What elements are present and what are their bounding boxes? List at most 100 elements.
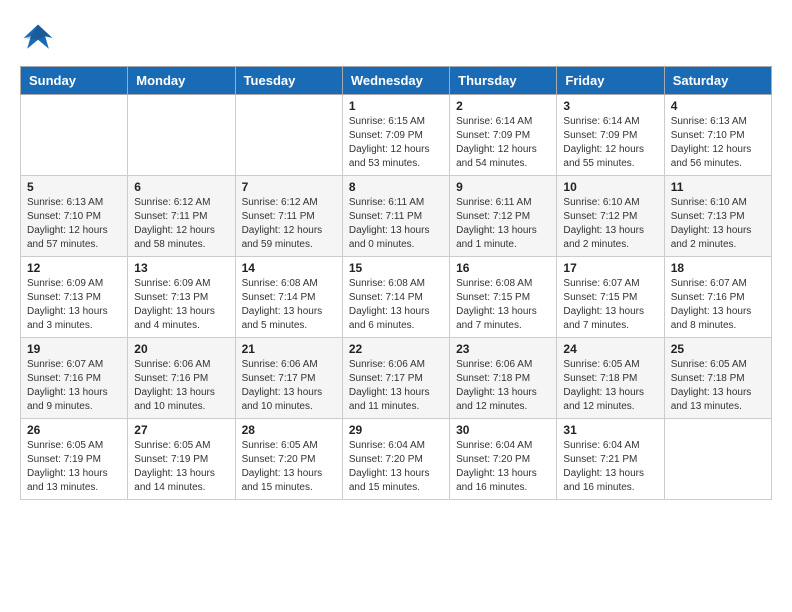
calendar-cell <box>21 95 128 176</box>
calendar-week-row: 26 Sunrise: 6:05 AM Sunset: 7:19 PM Dayli… <box>21 419 772 500</box>
calendar-cell: 5 Sunrise: 6:13 AM Sunset: 7:10 PM Daylig… <box>21 176 128 257</box>
calendar-cell: 31 Sunrise: 6:04 AM Sunset: 7:21 PM Dayli… <box>557 419 664 500</box>
day-content: Sunrise: 6:10 AM Sunset: 7:13 PM Dayligh… <box>671 196 765 252</box>
day-content: Sunrise: 6:11 AM Sunset: 7:12 PM Dayligh… <box>456 196 550 252</box>
calendar-cell: 22 Sunrise: 6:06 AM Sunset: 7:17 PM Dayli… <box>342 338 449 419</box>
weekday-header-thursday: Thursday <box>450 67 557 95</box>
day-number: 5 <box>27 180 121 194</box>
calendar-cell: 14 Sunrise: 6:08 AM Sunset: 7:14 PM Dayli… <box>235 257 342 338</box>
calendar-cell: 28 Sunrise: 6:05 AM Sunset: 7:20 PM Dayli… <box>235 419 342 500</box>
day-content: Sunrise: 6:05 AM Sunset: 7:19 PM Dayligh… <box>134 439 228 495</box>
day-content: Sunrise: 6:04 AM Sunset: 7:21 PM Dayligh… <box>563 439 657 495</box>
day-content: Sunrise: 6:04 AM Sunset: 7:20 PM Dayligh… <box>349 439 443 495</box>
calendar-cell: 26 Sunrise: 6:05 AM Sunset: 7:19 PM Dayli… <box>21 419 128 500</box>
day-number: 3 <box>563 99 657 113</box>
day-number: 20 <box>134 342 228 356</box>
weekday-header-tuesday: Tuesday <box>235 67 342 95</box>
weekday-header-sunday: Sunday <box>21 67 128 95</box>
weekday-header-saturday: Saturday <box>664 67 771 95</box>
calendar-cell: 27Sunrise: 6:05 AM Sunset: 7:19 PM Dayli… <box>128 419 235 500</box>
day-content: Sunrise: 6:07 AM Sunset: 7:16 PM Dayligh… <box>27 358 121 414</box>
weekday-header-monday: Monday <box>128 67 235 95</box>
weekday-header-row: SundayMondayTuesdayWednesdayThursdayFrid… <box>21 67 772 95</box>
calendar-week-row: 5 Sunrise: 6:13 AM Sunset: 7:10 PM Daylig… <box>21 176 772 257</box>
day-content: Sunrise: 6:13 AM Sunset: 7:10 PM Dayligh… <box>671 115 765 171</box>
day-number: 25 <box>671 342 765 356</box>
calendar-cell: 19 Sunrise: 6:07 AM Sunset: 7:16 PM Dayli… <box>21 338 128 419</box>
calendar-cell: 29Sunrise: 6:04 AM Sunset: 7:20 PM Dayli… <box>342 419 449 500</box>
day-content: Sunrise: 6:06 AM Sunset: 7:17 PM Dayligh… <box>242 358 336 414</box>
day-content: Sunrise: 6:09 AM Sunset: 7:13 PM Dayligh… <box>27 277 121 333</box>
day-content: Sunrise: 6:13 AM Sunset: 7:10 PM Dayligh… <box>27 196 121 252</box>
day-number: 4 <box>671 99 765 113</box>
day-number: 30 <box>456 423 550 437</box>
calendar-cell: 18Sunrise: 6:07 AM Sunset: 7:16 PM Dayli… <box>664 257 771 338</box>
calendar-cell: 12 Sunrise: 6:09 AM Sunset: 7:13 PM Dayli… <box>21 257 128 338</box>
calendar-cell: 17Sunrise: 6:07 AM Sunset: 7:15 PM Dayli… <box>557 257 664 338</box>
day-content: Sunrise: 6:04 AM Sunset: 7:20 PM Dayligh… <box>456 439 550 495</box>
calendar-week-row: 1 Sunrise: 6:15 AM Sunset: 7:09 PM Daylig… <box>21 95 772 176</box>
day-content: Sunrise: 6:06 AM Sunset: 7:16 PM Dayligh… <box>134 358 228 414</box>
calendar-cell: 11Sunrise: 6:10 AM Sunset: 7:13 PM Dayli… <box>664 176 771 257</box>
calendar-cell: 30 Sunrise: 6:04 AM Sunset: 7:20 PM Dayli… <box>450 419 557 500</box>
day-content: Sunrise: 6:12 AM Sunset: 7:11 PM Dayligh… <box>134 196 228 252</box>
day-number: 13 <box>134 261 228 275</box>
calendar-cell: 20 Sunrise: 6:06 AM Sunset: 7:16 PM Dayli… <box>128 338 235 419</box>
day-content: Sunrise: 6:05 AM Sunset: 7:18 PM Dayligh… <box>563 358 657 414</box>
calendar-cell: 21 Sunrise: 6:06 AM Sunset: 7:17 PM Dayli… <box>235 338 342 419</box>
day-number: 8 <box>349 180 443 194</box>
day-number: 24 <box>563 342 657 356</box>
calendar-cell: 4 Sunrise: 6:13 AM Sunset: 7:10 PM Daylig… <box>664 95 771 176</box>
logo <box>20 20 60 56</box>
calendar-cell: 15Sunrise: 6:08 AM Sunset: 7:14 PM Dayli… <box>342 257 449 338</box>
day-number: 19 <box>27 342 121 356</box>
day-content: Sunrise: 6:15 AM Sunset: 7:09 PM Dayligh… <box>349 115 443 171</box>
day-content: Sunrise: 6:14 AM Sunset: 7:09 PM Dayligh… <box>456 115 550 171</box>
day-content: Sunrise: 6:08 AM Sunset: 7:14 PM Dayligh… <box>349 277 443 333</box>
day-number: 28 <box>242 423 336 437</box>
day-number: 21 <box>242 342 336 356</box>
day-content: Sunrise: 6:10 AM Sunset: 7:12 PM Dayligh… <box>563 196 657 252</box>
calendar-cell: 23Sunrise: 6:06 AM Sunset: 7:18 PM Dayli… <box>450 338 557 419</box>
day-number: 23 <box>456 342 550 356</box>
day-number: 12 <box>27 261 121 275</box>
day-content: Sunrise: 6:11 AM Sunset: 7:11 PM Dayligh… <box>349 196 443 252</box>
calendar-cell: 13 Sunrise: 6:09 AM Sunset: 7:13 PM Dayli… <box>128 257 235 338</box>
calendar-cell <box>664 419 771 500</box>
calendar-cell: 7Sunrise: 6:12 AM Sunset: 7:11 PM Daylig… <box>235 176 342 257</box>
calendar-table: SundayMondayTuesdayWednesdayThursdayFrid… <box>20 66 772 500</box>
day-number: 18 <box>671 261 765 275</box>
calendar-cell: 1 Sunrise: 6:15 AM Sunset: 7:09 PM Daylig… <box>342 95 449 176</box>
day-content: Sunrise: 6:05 AM Sunset: 7:19 PM Dayligh… <box>27 439 121 495</box>
day-content: Sunrise: 6:05 AM Sunset: 7:18 PM Dayligh… <box>671 358 765 414</box>
calendar-cell: 2 Sunrise: 6:14 AM Sunset: 7:09 PM Daylig… <box>450 95 557 176</box>
day-content: Sunrise: 6:12 AM Sunset: 7:11 PM Dayligh… <box>242 196 336 252</box>
calendar-cell: 10 Sunrise: 6:10 AM Sunset: 7:12 PM Dayli… <box>557 176 664 257</box>
page-header <box>20 20 772 56</box>
day-number: 9 <box>456 180 550 194</box>
calendar-cell: 6 Sunrise: 6:12 AM Sunset: 7:11 PM Daylig… <box>128 176 235 257</box>
calendar-cell: 3 Sunrise: 6:14 AM Sunset: 7:09 PM Daylig… <box>557 95 664 176</box>
day-content: Sunrise: 6:07 AM Sunset: 7:15 PM Dayligh… <box>563 277 657 333</box>
calendar-cell <box>128 95 235 176</box>
day-content: Sunrise: 6:05 AM Sunset: 7:20 PM Dayligh… <box>242 439 336 495</box>
day-content: Sunrise: 6:06 AM Sunset: 7:17 PM Dayligh… <box>349 358 443 414</box>
day-number: 31 <box>563 423 657 437</box>
calendar-cell <box>235 95 342 176</box>
day-content: Sunrise: 6:14 AM Sunset: 7:09 PM Dayligh… <box>563 115 657 171</box>
calendar-week-row: 19 Sunrise: 6:07 AM Sunset: 7:16 PM Dayli… <box>21 338 772 419</box>
day-number: 16 <box>456 261 550 275</box>
day-content: Sunrise: 6:08 AM Sunset: 7:15 PM Dayligh… <box>456 277 550 333</box>
day-number: 14 <box>242 261 336 275</box>
day-number: 6 <box>134 180 228 194</box>
calendar-cell: 16 Sunrise: 6:08 AM Sunset: 7:15 PM Dayli… <box>450 257 557 338</box>
day-content: Sunrise: 6:09 AM Sunset: 7:13 PM Dayligh… <box>134 277 228 333</box>
day-number: 10 <box>563 180 657 194</box>
logo-icon <box>20 20 56 56</box>
day-content: Sunrise: 6:08 AM Sunset: 7:14 PM Dayligh… <box>242 277 336 333</box>
day-number: 2 <box>456 99 550 113</box>
day-number: 22 <box>349 342 443 356</box>
calendar-cell: 8 Sunrise: 6:11 AM Sunset: 7:11 PM Daylig… <box>342 176 449 257</box>
day-number: 1 <box>349 99 443 113</box>
day-number: 26 <box>27 423 121 437</box>
